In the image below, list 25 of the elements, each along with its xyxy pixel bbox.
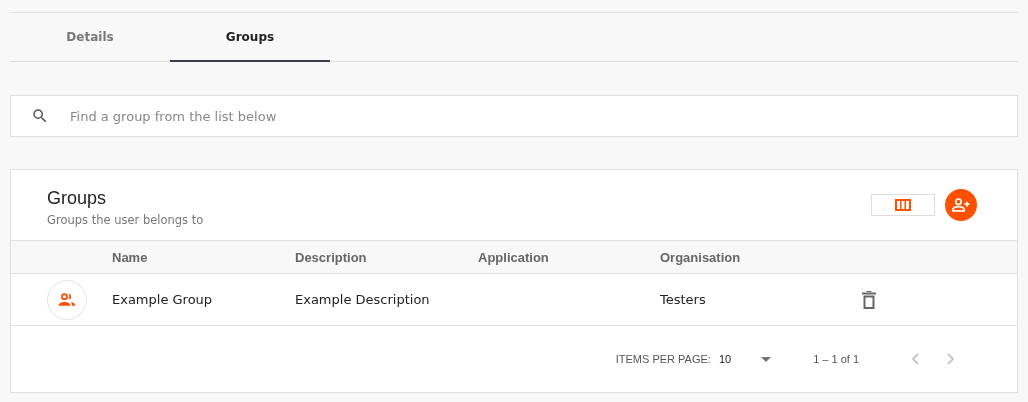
chevron-right-icon — [947, 353, 955, 365]
page-size-select[interactable]: 10 — [718, 353, 772, 365]
table-cell: Testers — [660, 292, 706, 307]
search-field[interactable]: Find a group from the list below — [68, 107, 1017, 125]
columns-button[interactable] — [871, 194, 935, 216]
tab[interactable]: Groups — [170, 13, 330, 62]
tab[interactable]: Details — [10, 13, 170, 62]
column-header: Name — [112, 249, 149, 265]
columns-icon — [895, 199, 911, 211]
column-header: Description — [295, 249, 368, 265]
items-per-page-label: ITEMS PER PAGE: — [615, 353, 711, 365]
column-header: Organisation — [660, 249, 742, 265]
search-icon — [31, 107, 49, 125]
card-subtitle: Groups the user belongs to — [47, 212, 204, 227]
search-field[interactable]: Find a group from the list below — [10, 95, 1018, 137]
trash-icon — [862, 290, 876, 309]
table-cell: Example Description — [295, 292, 430, 307]
chevron-left-icon — [911, 353, 919, 365]
card-title: Groups — [47, 187, 108, 209]
page-range: 1 – 1 of 1 — [813, 353, 859, 365]
column-header: Application — [478, 249, 550, 265]
dropdown-caret-icon — [761, 356, 772, 362]
add-user-button[interactable] — [945, 189, 977, 221]
add-user-icon — [951, 195, 971, 215]
table-cell: Example Group — [112, 292, 213, 307]
